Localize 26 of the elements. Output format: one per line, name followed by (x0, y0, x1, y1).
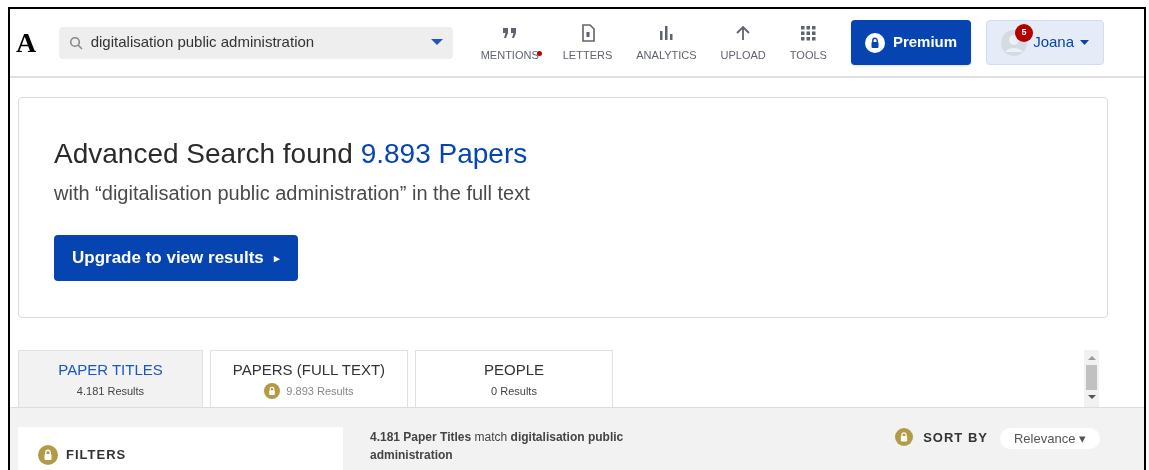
search-icon (68, 35, 83, 50)
nav-item[interactable]: MENTIONS (468, 21, 551, 64)
match-summary: 4.181 Paper Titles match digitalisation public administration (370, 429, 625, 464)
nav-item[interactable]: UPLOAD (708, 21, 778, 64)
sort-label: SORT BY (923, 429, 988, 447)
logo[interactable]: A (16, 21, 45, 64)
tab[interactable]: PAPER TITLES 4.181 Results (18, 350, 203, 407)
subtitle: with “digitalisation public administration” in the full text (54, 181, 531, 206)
upgrade-button[interactable]: Upgrade to view results ▸ (54, 235, 298, 281)
tab[interactable]: PAPERS (FULL TEXT) 9.893 Results (210, 350, 408, 407)
premium-button[interactable]: Premium (850, 20, 972, 65)
filters-heading: FILTERS (66, 446, 127, 464)
nav-item[interactable]: LETTERS (550, 21, 625, 64)
grid-icon (798, 23, 819, 44)
caret-icon (1080, 40, 1089, 45)
nav-item[interactable]: ANALYTICS (624, 21, 709, 64)
sort-dropdown[interactable]: Relevance ▾ (999, 428, 1100, 449)
nav-item[interactable]: TOOLS (777, 21, 839, 64)
search-field[interactable]: digitalisation public administration (58, 26, 453, 59)
tab[interactable]: PEOPLE 0 Results (415, 350, 613, 407)
headline: Advanced Search found 9.893 Papers (54, 137, 529, 171)
notification-badge: 5 (1015, 24, 1034, 42)
scrollbar[interactable] (1084, 350, 1099, 407)
lock-icon (864, 32, 885, 53)
caret-icon[interactable] (430, 38, 443, 47)
user-menu-button[interactable]: 5 Joana (986, 20, 1104, 65)
